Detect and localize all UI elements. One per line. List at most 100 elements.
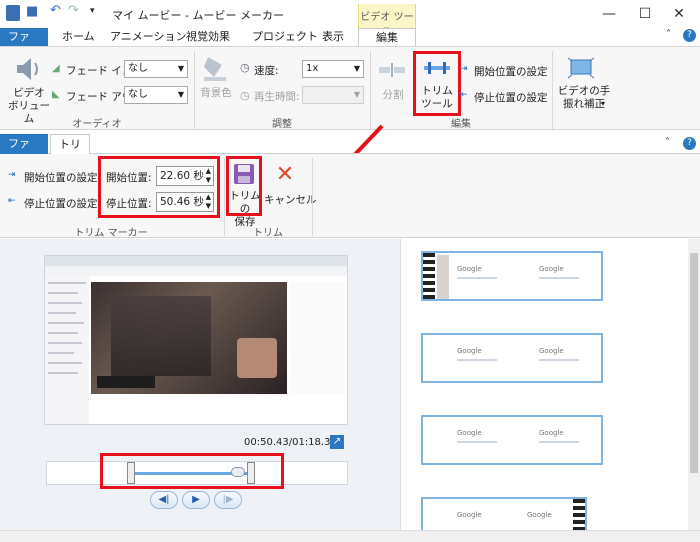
group-separator	[370, 51, 371, 129]
tab-visual-effects[interactable]: 視覚効果	[178, 28, 238, 46]
sidebar-line	[48, 302, 82, 304]
sidebar-line	[48, 362, 82, 364]
highlight-trim-slider	[100, 453, 284, 489]
tab-view[interactable]: 表示	[314, 28, 352, 46]
set-end-button[interactable]: 停止位置の設定	[474, 90, 548, 105]
redo-icon[interactable]: ↷	[68, 3, 79, 18]
video-preview[interactable]	[44, 255, 348, 425]
status-bar	[0, 530, 700, 542]
group-separator	[312, 158, 313, 236]
fade-in-icon: ◢	[52, 63, 60, 74]
storyboard-scrollbar[interactable]	[688, 239, 700, 542]
tab-home[interactable]: ホーム	[54, 28, 103, 46]
bg-color-icon	[200, 53, 230, 83]
audio-group-label: オーディオ	[72, 119, 122, 130]
thumbnail-logo: Google	[457, 511, 482, 519]
cancel-button[interactable]: キャンセル	[264, 192, 317, 207]
app-icon	[6, 5, 20, 21]
trim-marker-group-label: トリム マーカー	[74, 228, 148, 239]
fade-in-value: なし	[128, 63, 148, 74]
quick-access-menu-icon[interactable]: ▾	[90, 6, 95, 16]
fade-out-value: なし	[128, 89, 148, 100]
sidebar-line	[48, 292, 78, 294]
tab-edit[interactable]: 編集	[358, 28, 416, 46]
thumbnail-logo: Google	[539, 265, 564, 273]
tab-trim[interactable]: トリム	[50, 134, 90, 171]
expand-icon[interactable]: ↗	[330, 435, 344, 449]
dropdown-arrow-icon: ▼	[353, 90, 360, 99]
sidebar-line	[48, 282, 86, 284]
dropdown-arrow-icon: ▼	[177, 64, 184, 73]
film-strip	[423, 253, 435, 299]
storyboard-clip[interactable]: Google Google	[421, 251, 603, 301]
window-title: マイ ムービー - ムービー メーカー	[112, 9, 284, 22]
group-separator	[552, 51, 553, 129]
thumbnail-line	[539, 441, 579, 443]
undo-icon[interactable]: ↶	[50, 3, 61, 18]
next-frame-icon[interactable]: |▶	[214, 491, 242, 509]
set-end-button-2[interactable]: 停止位置の設定	[24, 196, 98, 211]
fade-out-select[interactable]: なし ▼	[124, 86, 188, 104]
sidebar-line	[48, 322, 84, 324]
speed-icon: ◷	[240, 61, 250, 74]
storyboard-clip[interactable]: Google Google	[421, 415, 603, 465]
thumbnail-line	[457, 359, 497, 361]
title-bar: ■ ↶ ↷ ▾ マイ ムービー - ムービー メーカー — ☐ ✕	[0, 0, 700, 28]
prev-frame-icon[interactable]: ◀|	[150, 491, 178, 509]
duration-icon: ◷	[240, 89, 250, 102]
sponsor-banner	[97, 376, 155, 388]
set-end-icon: ⇤	[460, 90, 468, 100]
play-icon[interactable]: ▶	[182, 491, 210, 509]
duration-select[interactable]: ▼	[302, 86, 364, 104]
browser-tabs	[45, 256, 347, 266]
thumbnail-logo: Google	[457, 347, 482, 355]
preview-pane: 00:50.43/01:18.33 ↗ ◀| ▶ |▶	[0, 239, 400, 542]
collapse-ribbon-icon[interactable]: ˄	[665, 137, 670, 148]
ribbon-tabs: ファイル ホーム アニメーション 視覚効果 プロジェクト 表示 編集 ˄ ?	[0, 28, 700, 61]
browser-toolbar	[45, 266, 347, 276]
ribbon-trim: ⇥ 開始位置の設定 ⇤ 停止位置の設定 開始位置: 22.60 秒 ▲ ▼ 停止位…	[0, 154, 700, 239]
collapse-ribbon-icon[interactable]: ˄	[666, 29, 671, 40]
split-icon	[378, 63, 406, 77]
sidebar-line	[48, 352, 74, 354]
help-icon[interactable]: ?	[683, 29, 696, 42]
fade-out-icon: ◣	[52, 89, 60, 100]
split-button[interactable]: 分割	[378, 87, 408, 102]
set-start-button[interactable]: 開始位置の設定	[474, 64, 548, 79]
trim-group-label: トリム	[253, 228, 283, 239]
movie-maker-window: ■ ↶ ↷ ▾ マイ ムービー - ムービー メーカー — ☐ ✕ ビデオ ツー…	[0, 0, 700, 542]
thumbnail-line	[539, 277, 579, 279]
timecode: 00:50.43/01:18.33	[244, 437, 337, 448]
set-end-icon: ⇤	[8, 196, 16, 206]
fade-in-select[interactable]: なし ▼	[124, 60, 188, 78]
sidebar-line	[48, 342, 82, 344]
bg-color-button[interactable]: 背景色	[198, 85, 234, 100]
dropdown-arrow-icon: ▼	[353, 64, 360, 73]
speed-select[interactable]: 1x ▼	[302, 60, 364, 78]
highlight-save-trim	[226, 156, 262, 216]
highlight-trim-positions	[98, 156, 220, 218]
storyboard-clip[interactable]: Google Google	[421, 333, 603, 383]
sidebar-line	[48, 372, 78, 374]
thumbnail-logo: Google	[527, 511, 552, 519]
thumbnail-line	[457, 441, 497, 443]
chat-panel	[291, 282, 345, 394]
speed-label: 速度:	[254, 65, 279, 77]
chat-sidebar	[45, 276, 89, 424]
save-icon[interactable]: ■	[26, 4, 38, 19]
set-start-button-2[interactable]: 開始位置の設定	[24, 170, 98, 185]
game-overlay	[111, 296, 211, 376]
duration-label: 再生時間:	[254, 91, 300, 103]
thumbnail-logo: Google	[457, 429, 482, 437]
storyboard-pane: Google Google Google Google Google Googl…	[400, 239, 700, 542]
close-icon[interactable]: ✕	[656, 0, 700, 28]
group-separator	[224, 158, 225, 236]
tab-file[interactable]: ファイル	[0, 28, 48, 61]
help-icon[interactable]: ?	[683, 137, 696, 150]
tab-file-2[interactable]: ファイル	[0, 134, 48, 170]
scrollbar-thumb[interactable]	[690, 253, 698, 473]
trim-ribbon-tabs: ファイル トリム ˄ ?	[0, 134, 700, 171]
x-icon: ✕	[275, 162, 295, 187]
stabilize-icon	[566, 55, 596, 81]
thumbnail-line	[457, 277, 497, 279]
